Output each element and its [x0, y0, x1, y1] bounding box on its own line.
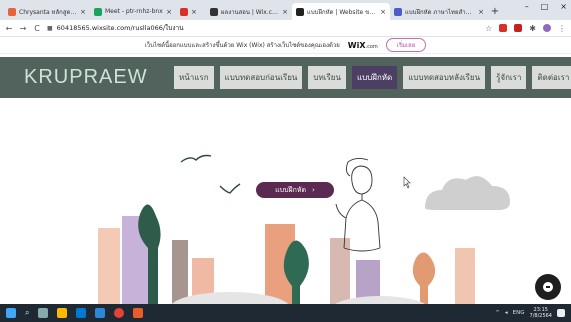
menu-item-about[interactable]: รู้จักเรา	[491, 66, 527, 89]
taskbar-app-icon[interactable]	[133, 308, 144, 318]
hero-section: แบบฝึกหัด ›	[0, 98, 571, 304]
menu-item-lessons[interactable]: บทเรียน	[308, 66, 346, 89]
mouse-cursor-icon	[403, 176, 411, 189]
menu-item-posttest[interactable]: แบบทดสอบหลังเรียน	[403, 66, 486, 89]
building-shape	[98, 228, 120, 304]
menu-item-pretest[interactable]: แบบทดสอบก่อนเรียน	[219, 66, 303, 89]
screen: Chrysanta หลักสูตรมหาวิทยาลัย × Meet - p…	[0, 0, 571, 322]
chrome-icon[interactable]	[114, 308, 125, 318]
tab-favicon-icon	[180, 7, 188, 16]
extension-icons: ☆ ✱ ⋮	[485, 24, 566, 33]
tab-title: Meet - ptr-rnhz-bnx	[105, 8, 163, 15]
taskbar-clock[interactable]: 23:15 7/8/2564	[530, 307, 552, 319]
tray-chevron-icon[interactable]: ^	[495, 310, 500, 316]
tab-favicon-icon	[210, 7, 218, 16]
os-taskbar: ⌕ ^ ◂ ENG 23:15 7/8/2564	[0, 304, 571, 322]
browser-tab-strip: Chrysanta หลักสูตรมหาวิทยาลัย × Meet - p…	[0, 0, 571, 20]
maximize-button[interactable]: □	[541, 2, 549, 11]
chat-icon	[543, 282, 553, 292]
tab-favicon-icon	[296, 7, 304, 16]
site-logo[interactable]: KRUPRAEW	[24, 66, 147, 89]
speaker-icon[interactable]: ◂	[505, 310, 508, 316]
wix-banner-text: เว็บไซต์นี้ออกแบบและสร้างขึ้นด้วย Wix (W…	[144, 42, 340, 49]
notification-icon[interactable]	[557, 309, 565, 317]
exercise-cta-button[interactable]: แบบฝึกหัด ›	[256, 182, 334, 198]
browser-tab[interactable]: ×	[176, 3, 206, 20]
tab-title: แบบฝึกหัด ภาษาไทยสำหรับครูฝึก	[405, 8, 476, 16]
address-url: 60418565.wixsite.com/ruslla066/ใบงาน	[56, 24, 184, 32]
site-header: KRUPRAEW หน้าแรก แบบทดสอบก่อนเรียน บทเรี…	[0, 57, 571, 98]
language-indicator[interactable]: ENG	[513, 310, 525, 316]
tab-close-icon[interactable]: ×	[80, 8, 86, 16]
menu-item-home[interactable]: หน้าแรก	[174, 66, 214, 89]
cloud-shape	[425, 176, 510, 210]
puzzle-icon[interactable]: ✱	[529, 24, 536, 33]
wix-logo-suffix: .com	[365, 43, 378, 50]
tab-favicon-icon	[94, 7, 102, 16]
bird-icon	[180, 154, 212, 163]
tab-close-icon[interactable]: ×	[166, 8, 172, 16]
cta-label: แบบฝึกหัด	[275, 185, 307, 194]
wix-start-button[interactable]: เริ่มเลย	[385, 38, 427, 52]
system-tray: ^ ◂ ENG 23:15 7/8/2564	[495, 307, 565, 319]
address-field[interactable]: ■ 60418565.wixsite.com/ruslla066/ใบงาน	[47, 22, 479, 34]
wix-logo: WiX	[347, 40, 366, 50]
tab-title: Chrysanta หลักสูตรมหาวิทยาลัย	[19, 8, 78, 16]
tab-title: ผลงานสอน | Wix.com	[221, 8, 280, 16]
building-shape	[330, 238, 350, 304]
address-bar-row: ← → C ■ 60418565.wixsite.com/ruslla066/ใ…	[0, 20, 571, 37]
new-tab-button[interactable]: +	[488, 3, 502, 20]
hero-illustration	[98, 154, 510, 304]
browser-tab[interactable]: ผลงานสอน | Wix.com ×	[206, 3, 292, 20]
taskbar-app-icon[interactable]	[76, 308, 87, 318]
building-shape	[172, 240, 188, 304]
clock-date: 7/8/2564	[529, 313, 552, 319]
woman-illustration	[335, 157, 381, 252]
tab-favicon-icon	[8, 7, 16, 16]
forward-arrow-icon[interactable]: →	[19, 24, 27, 33]
tree-shape	[412, 252, 436, 304]
chevron-right-icon: ›	[312, 186, 315, 194]
menu-item-exercises[interactable]: แบบฝึกหัด	[351, 66, 398, 89]
star-icon[interactable]: ☆	[485, 24, 492, 33]
extension-icon[interactable]	[499, 24, 508, 32]
reload-icon[interactable]: C	[33, 24, 41, 33]
building-shape	[455, 248, 475, 304]
menu-dots-icon[interactable]: ⋮	[558, 24, 566, 33]
search-icon[interactable]: ⌕	[25, 308, 29, 318]
taskbar-app-icon[interactable]	[95, 308, 106, 318]
back-arrow-icon[interactable]: ←	[5, 24, 13, 33]
wix-banner: เว็บไซต์นี้ออกแบบและสร้างขึ้นด้วย Wix (W…	[0, 37, 571, 54]
browser-tab[interactable]: Chrysanta หลักสูตรมหาวิทยาลัย ×	[4, 3, 90, 20]
minimize-button[interactable]: –	[525, 2, 529, 11]
chat-button[interactable]	[535, 274, 561, 300]
extension-icon[interactable]	[514, 24, 523, 32]
tab-favicon-icon	[394, 7, 402, 16]
browser-tab[interactable]: แบบฝึกหัด ภาษาไทยสำหรับครูฝึก ×	[390, 3, 488, 20]
site-menu: หน้าแรก แบบทดสอบก่อนเรียน บทเรียน แบบฝึก…	[174, 66, 571, 89]
task-view-icon[interactable]	[38, 308, 49, 318]
lock-icon: ■	[47, 24, 53, 32]
taskbar-app-icon[interactable]	[57, 308, 68, 318]
tab-title: แบบฝึกหัด | Website ของฉัน	[307, 8, 378, 16]
tab-close-icon[interactable]: ×	[380, 8, 386, 16]
menu-item-contact[interactable]: ติดต่อเรา	[532, 66, 571, 89]
tab-close-icon[interactable]: ×	[282, 8, 288, 16]
window-controls: – □ ×	[525, 2, 567, 11]
close-window-button[interactable]: ×	[560, 2, 567, 11]
browser-tab[interactable]: Meet - ptr-rnhz-bnx ×	[90, 3, 176, 20]
windows-start-icon[interactable]	[6, 308, 16, 318]
profile-avatar[interactable]	[543, 24, 551, 32]
tab-close-icon[interactable]: ×	[191, 8, 197, 16]
tab-close-icon[interactable]: ×	[478, 8, 484, 16]
bird-icon	[219, 183, 241, 194]
browser-tab-active[interactable]: แบบฝึกหัด | Website ของฉัน ×	[292, 3, 390, 20]
